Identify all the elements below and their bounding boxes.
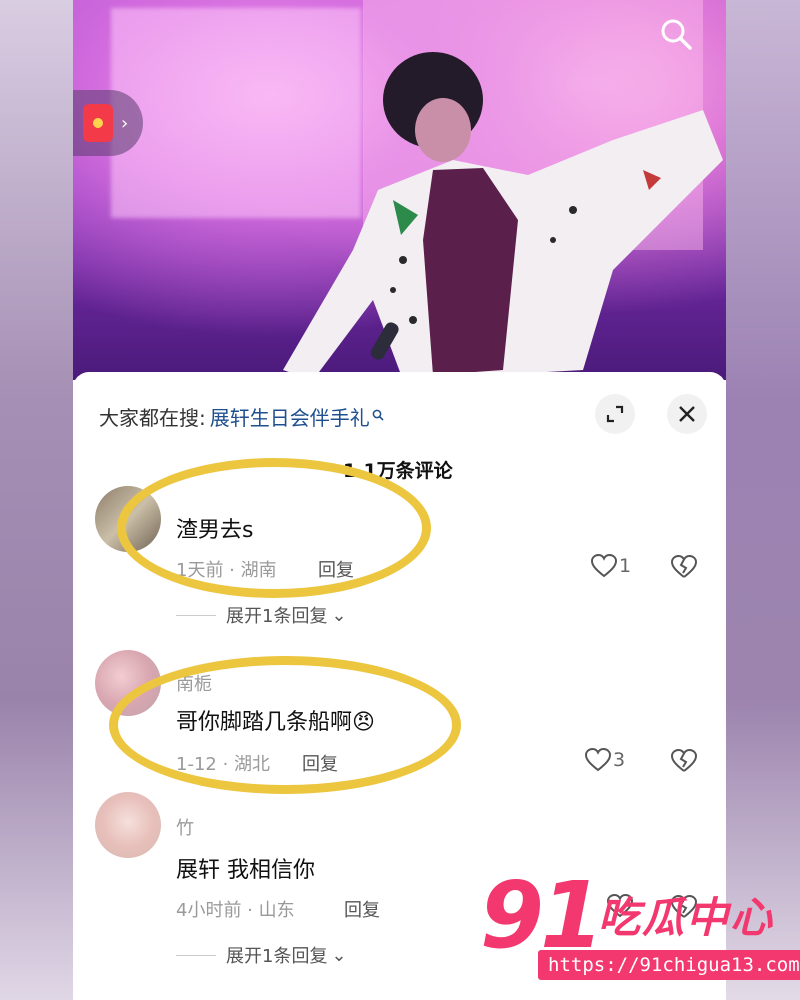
- like-button[interactable]: 3: [585, 748, 625, 772]
- expand-replies[interactable]: 展开1条回复 ⌄: [176, 602, 347, 628]
- dislike-button[interactable]: [670, 554, 698, 583]
- close-icon: [679, 406, 695, 422]
- like-count: 3: [613, 749, 626, 771]
- watermark-name: 吃瓜中心: [598, 893, 775, 942]
- phone-screen: › 大家都在搜: 展轩生日会伴手礼 1.1万条评论 渣男去s 1天前 · 湖南 …: [73, 0, 726, 1000]
- heart-icon: [585, 748, 611, 772]
- hot-search-term[interactable]: 展轩生日会伴手礼: [210, 402, 370, 431]
- watermark: 91 吃瓜中心 https://91chigua13.com: [480, 866, 800, 986]
- expand-icon: [606, 405, 624, 423]
- like-button[interactable]: 1: [591, 554, 631, 578]
- broken-heart-icon: [670, 554, 698, 578]
- comment-text: 展轩 我相信你: [176, 858, 315, 883]
- search-icon: [372, 409, 384, 425]
- expand-replies-label: 展开1条回复: [226, 606, 328, 627]
- chevron-down-icon: ⌄: [331, 944, 347, 966]
- red-packet-icon: [83, 104, 113, 142]
- divider: [176, 614, 216, 616]
- hot-search-prefix: 大家都在搜:: [99, 406, 206, 430]
- search-button[interactable]: [656, 14, 696, 54]
- comment-meta: 4小时前 · 山东: [176, 900, 295, 921]
- chevron-right-icon: ›: [121, 112, 129, 134]
- avatar[interactable]: [95, 792, 161, 858]
- expand-replies-label: 展开1条回复: [226, 946, 328, 967]
- hot-search-bar[interactable]: 大家都在搜: 展轩生日会伴手礼: [99, 402, 384, 431]
- red-packet-button[interactable]: ›: [73, 90, 143, 156]
- video-player[interactable]: ›: [73, 0, 726, 380]
- watermark-url: https://91chigua13.com: [538, 950, 800, 980]
- chevron-down-icon: ⌄: [331, 604, 347, 626]
- close-button[interactable]: [667, 394, 707, 434]
- expand-button[interactable]: [595, 394, 635, 434]
- expand-replies[interactable]: 展开1条回复 ⌄: [176, 942, 347, 968]
- heart-icon: [591, 554, 617, 578]
- like-count: 1: [619, 555, 632, 577]
- comment-username[interactable]: 竹: [176, 814, 194, 840]
- highlight-ring: [117, 458, 431, 598]
- broken-heart-icon: [670, 748, 698, 772]
- background-left: [0, 0, 73, 1000]
- divider: [176, 954, 216, 956]
- search-icon: [661, 19, 692, 50]
- performer-figure: [283, 52, 723, 380]
- highlight-ring: [109, 656, 461, 794]
- dislike-button[interactable]: [670, 748, 698, 777]
- background-right: [726, 0, 800, 1000]
- reply-button[interactable]: 回复: [344, 896, 380, 922]
